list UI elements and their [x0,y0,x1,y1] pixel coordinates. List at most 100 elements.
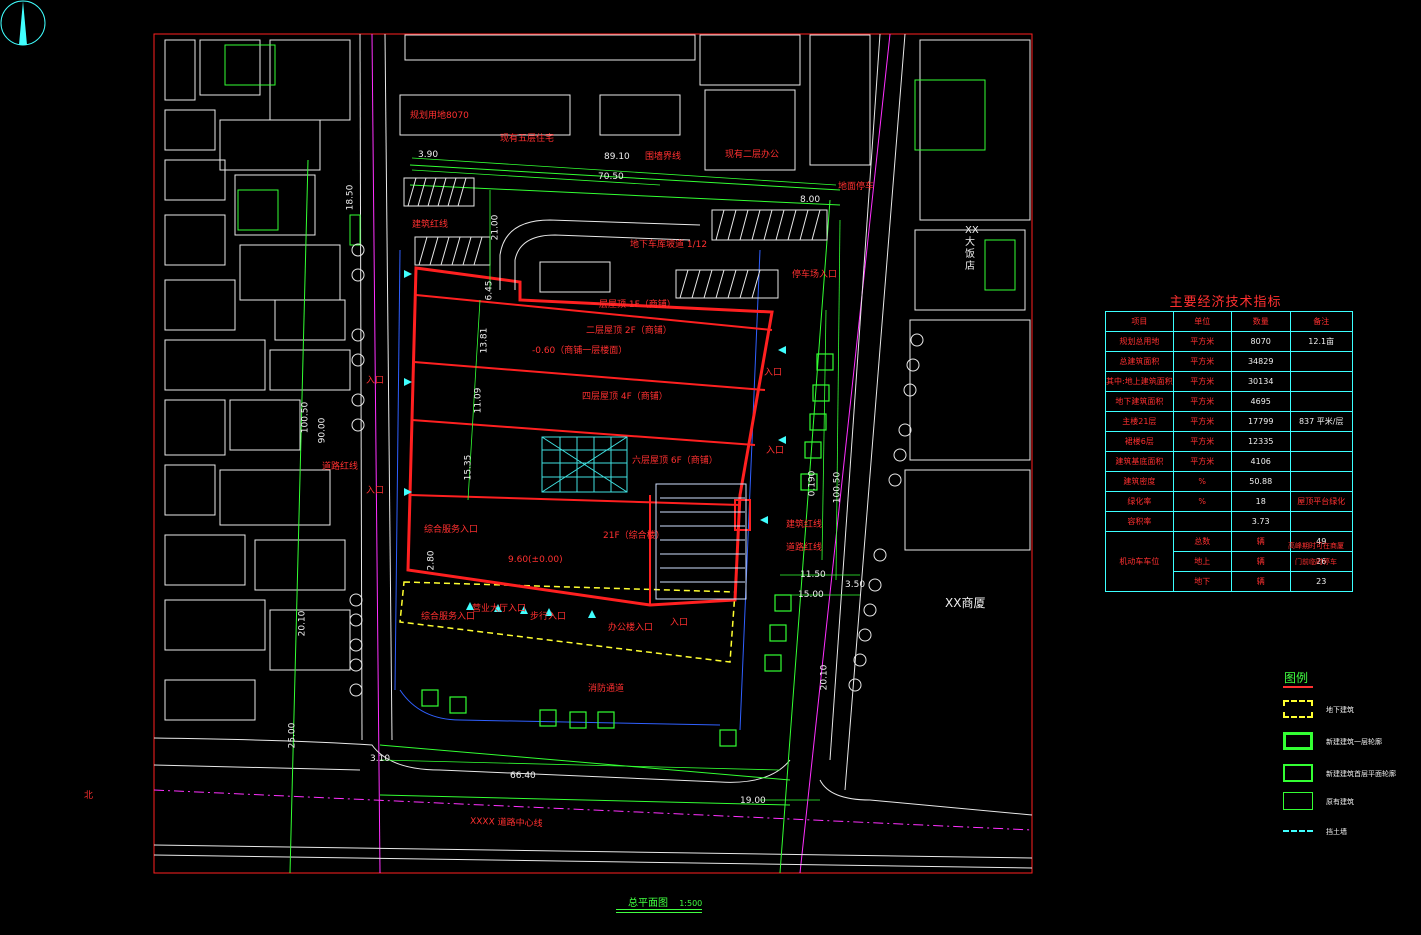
table-cell: 平方米 [1172,431,1232,452]
dim-70-50: 70.50 [598,172,624,182]
table-row: 地下建筑面积 平方米 4695 [1105,391,1353,412]
drawing-scale: 1:500 [679,899,703,908]
dim-15-00: 15.00 [798,590,824,600]
table-cell: 34829 [1230,351,1291,372]
parking-note: 高峰期时可在商厦门前临时停车 [1288,542,1344,566]
dim-89-10: 89.10 [604,152,630,162]
table-cell: 平方米 [1172,391,1232,412]
table-row: 总建筑面积 平方米 34829 [1105,351,1353,372]
legend-swatch [1283,792,1313,810]
dim-25-00: 25.00 [287,722,298,749]
dimension-lines [379,157,860,801]
dim-20-10-east: 20.10 [819,664,830,691]
dim-8-00: 8.00 [800,195,821,205]
xx-hotel-label: XX大饭店 [965,225,979,272]
dim-100-50-west: 100.50 [300,401,311,434]
ramp-label: 地下车库坡道 1/12 [630,240,708,250]
legend-swatch [1283,700,1313,718]
table-cell: 规划总用地 [1105,331,1174,352]
drawing-title-text: 总平面图 [628,898,668,909]
table-row: 主楼21层 平方米 17799 837 平米/层 [1105,411,1353,432]
existing-5f-label: 现有五层住宅 [500,134,555,144]
table-cell [1289,431,1353,452]
pedestrian-entrance-label: 步行入口 [530,612,567,622]
table-cell: 12.1亩 [1289,331,1353,352]
table-row: 建筑基底面积 平方米 4106 [1105,451,1353,472]
table-row: 建筑密度% 50.88 [1105,471,1353,492]
table-cell: 23 [1289,571,1353,592]
table-row: 裙楼6层 平方米 12335 [1105,431,1353,452]
table-cell: 12335 [1230,431,1291,452]
main-entrance-label: 综合服务入口 [424,525,479,535]
building-line-label: 建筑红线 [412,220,449,230]
legend-label: 新建建筑一层轮廓 [1326,738,1382,746]
dim-18-50: 18.50 [345,184,356,211]
table-cell: 建筑密度 [1105,471,1174,492]
table-cell: 绿化率 [1105,491,1174,512]
legend-label: 原有建筑 [1326,798,1354,806]
dim-19-00: 19.00 [740,796,766,806]
parking-top [403,177,828,299]
table-cell: 其中:地上建筑面积 [1105,371,1174,392]
roof-1f-label: 一层屋顶 1F（商铺） [590,300,676,310]
roof-4f-label: 四层屋顶 4F（商铺） [582,392,668,402]
tower-hatch [541,436,628,493]
drawing-frame [153,33,1033,874]
parking-group-cell: 机动车车位 [1105,531,1174,592]
entrance-label-east-2: 入口 [766,446,785,456]
dim-66-40: 66.40 [510,771,536,781]
entrance-label-south: 入口 [670,618,689,628]
table-cell [1289,511,1353,532]
xx-building-label: XX商厦 [945,596,986,610]
dim-15-35: 15.35 [463,454,474,481]
table-header-row: 项目 单位 数量 备注 [1105,311,1353,332]
table-cell: 建筑基底面积 [1105,451,1174,472]
table-cell: 平方米 [1172,331,1232,352]
table-cell: 4106 [1230,451,1291,472]
dim-3-50: 3.50 [845,580,866,590]
table-cell: 总建筑面积 [1105,351,1174,372]
north-label: 北 [84,791,94,801]
roof-2f-label: 二层屋顶 2F（商铺） [586,326,672,336]
legend-title: 图例 [1284,671,1309,685]
ground-parking-label-top: 地面停车 [838,182,875,192]
table-cell: 平方米 [1172,371,1232,392]
table-row: 其中:地上建筑面积 平方米 30134 [1105,371,1353,392]
table-cell: 30134 [1230,371,1291,392]
existing-2f-label: 现有二层办公 [725,150,780,160]
table-cell [1289,391,1353,412]
dim-6-45: 6.45 [484,280,495,301]
table-cell: 50.88 [1230,471,1291,492]
north-arrow [0,0,46,46]
table-cell: 837 平米/层 [1289,411,1353,432]
building-line-east-label: 建筑红线 [786,520,823,530]
table-cell: 4695 [1230,391,1291,412]
legend-swatch [1283,732,1313,750]
table-cell [1289,471,1353,492]
dim-21-00: 21.00 [490,214,501,241]
roof-6f-label: 六层屋顶 6F（商铺） [632,456,718,466]
table-cell: 容积率 [1105,511,1174,532]
table-cell: 平方米 [1172,351,1232,372]
table-cell: % [1172,491,1232,512]
entrance-label-west-1: 入口 [366,376,385,386]
dim-3-90: 3.90 [418,150,439,160]
dim-11-09: 11.09 [473,387,484,414]
table-cell [1289,451,1353,472]
table-title: 主要经济技术指标 [1169,295,1282,310]
table-cell [1172,511,1232,532]
dim-3-10: 3.10 [370,754,391,764]
table-cell: 地下建筑面积 [1105,391,1174,412]
title-underline [616,909,702,910]
table-cell: 3.73 [1230,511,1291,532]
table-row: 容积率 3.73 [1105,511,1353,532]
dim-90-00: 90.00 [317,417,328,444]
legend-label: 地下建筑 [1326,706,1354,714]
table-cell: 8070 [1230,331,1291,352]
road-centerlines [153,33,1033,874]
table-cell: 18 [1230,491,1291,512]
dim-11-50: 11.50 [800,570,826,580]
office-entrance-label: 办公楼入口 [608,623,654,633]
table-cell: 总数 [1172,531,1232,552]
legend-label: 挡土墙 [1326,828,1347,836]
